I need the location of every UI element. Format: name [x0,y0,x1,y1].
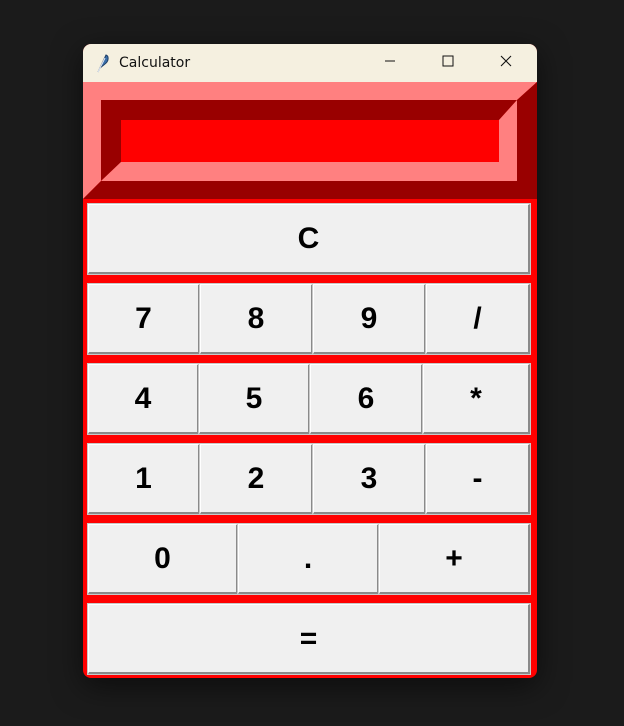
digit-4-button[interactable]: 4 [87,363,200,435]
minimize-icon [384,54,396,72]
divide-button[interactable]: / [425,283,531,355]
digit-5-button[interactable]: 5 [198,363,311,435]
clear-button[interactable]: C [87,203,531,275]
digit-8-button[interactable]: 8 [199,283,314,355]
close-button[interactable] [477,44,535,82]
digit-6-button[interactable]: 6 [309,363,424,435]
equals-button[interactable]: = [87,603,531,675]
display-entry[interactable] [121,120,499,162]
display-panel [83,82,537,199]
close-icon [500,54,512,72]
feather-icon [95,53,111,73]
digit-3-button[interactable]: 3 [312,443,427,515]
decimal-point-button[interactable]: . [237,523,380,595]
digit-7-button[interactable]: 7 [87,283,201,355]
digit-9-button[interactable]: 9 [312,283,427,355]
digit-0-button[interactable]: 0 [87,523,239,595]
title-bar[interactable]: Calculator [83,44,537,82]
add-button[interactable]: + [378,523,531,595]
digit-1-button[interactable]: 1 [87,443,201,515]
digit-2-button[interactable]: 2 [199,443,314,515]
minimize-button[interactable] [361,44,419,82]
subtract-button[interactable]: - [425,443,531,515]
window-title: Calculator [119,55,191,71]
maximize-button[interactable] [419,44,477,82]
multiply-button[interactable]: * [422,363,531,435]
maximize-icon [442,54,454,72]
calculator-window: Calculator C 7 8 9 / 4 5 6 * 1 2 3 - 0 .… [83,44,537,678]
